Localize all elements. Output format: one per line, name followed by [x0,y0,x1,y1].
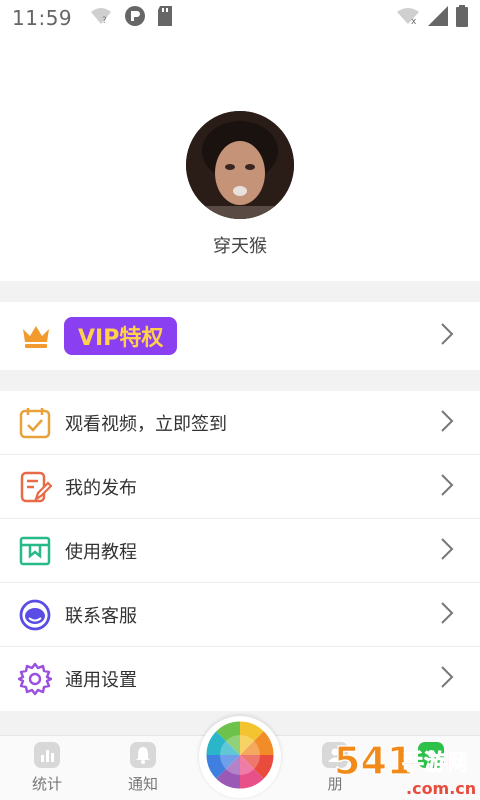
status-left-icons: ? [90,5,174,31]
wifi-off-icon: x [396,7,420,29]
status-bar: 11:59 ? x [0,0,480,36]
menu-label: 联系客服 [65,605,137,627]
color-wheel-icon [204,719,276,795]
menu-item-checkin[interactable]: 观看视频，立即签到 [0,391,480,455]
status-right-icons: x [396,5,468,31]
vip-row[interactable]: VIP特权 [0,302,480,370]
chevron-right-icon [440,537,454,565]
svg-text:手游网: 手游网 [402,750,468,776]
svg-text:.com.cn: .com.cn [406,779,476,798]
circle-app-icon [124,5,146,31]
profile-header: 穿天猴 [0,36,480,281]
signal-icon [428,6,448,30]
bar-chart-icon [34,742,60,768]
edit-note-icon [17,469,53,505]
chevron-right-icon [440,322,454,350]
menu-item-my-posts[interactable]: 我的发布 [0,455,480,519]
menu-label: 我的发布 [65,477,137,499]
menu-label: 使用教程 [65,541,137,563]
menu-item-settings[interactable]: 通用设置 [0,647,480,711]
sd-card-icon [158,6,174,30]
tab-label: 统计 [31,775,62,793]
menu-item-contact-support[interactable]: 联系客服 [0,583,480,647]
crown-icon [20,320,52,352]
site-watermark: 541 手游网 .com.cn [330,730,480,800]
menu-label: 通用设置 [65,670,137,691]
username: 穿天猴 [213,236,267,257]
bell-icon [130,742,156,768]
gear-icon [17,661,53,697]
chevron-right-icon [440,665,454,693]
wifi-question-icon: ? [90,7,112,29]
vip-badge: VIP特权 [64,317,178,355]
svg-text:x: x [411,17,417,25]
chevron-right-icon [440,473,454,501]
chevron-right-icon [440,409,454,437]
menu-label: 观看视频，立即签到 [65,413,227,435]
tab-statistics[interactable]: 统计 [12,742,82,794]
status-time: 11:59 [12,6,73,30]
tab-label: 通知 [127,775,158,793]
svg-text:?: ? [102,16,107,25]
battery-icon [456,5,468,31]
avatar[interactable] [186,111,294,219]
headset-icon [17,597,53,633]
book-icon [17,533,53,569]
chevron-right-icon [440,601,454,629]
tab-notifications[interactable]: 通知 [108,742,178,794]
menu-item-tutorial[interactable]: 使用教程 [0,519,480,583]
menu-list: 观看视频，立即签到 我的发布 使用教程 联系客服 通用设置 [0,391,480,711]
calendar-check-icon [17,405,53,441]
center-wheel-button[interactable] [199,716,281,798]
